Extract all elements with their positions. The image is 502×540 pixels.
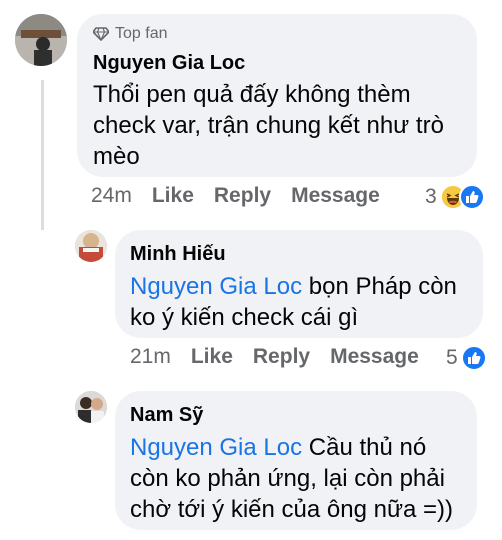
avatar[interactable] xyxy=(75,391,107,423)
comment-timestamp[interactable]: 21m xyxy=(130,345,171,369)
reaction-count: 3 xyxy=(425,185,437,208)
author-name[interactable]: Nguyen Gia Loc xyxy=(93,49,461,77)
message-button[interactable]: Message xyxy=(291,184,380,208)
top-fan-badge[interactable]: Top fan xyxy=(93,25,461,43)
reply-button[interactable]: Reply xyxy=(214,184,271,208)
avatar-photo-icon xyxy=(15,14,67,66)
comment-actions: 24m Like Reply Message xyxy=(91,184,400,208)
like-button[interactable]: Like xyxy=(191,345,233,369)
reply-bubble: Minh Hiếu Nguyen Gia Loc bọn Pháp còn ko… xyxy=(115,230,483,338)
like-reaction-icon xyxy=(460,345,487,371)
author-name[interactable]: Nam Sỹ xyxy=(130,401,462,429)
badge-label: Top fan xyxy=(115,25,168,42)
reply-bubble: Nam Sỹ Nguyen Gia Loc Cầu thủ nó còn ko … xyxy=(115,391,477,530)
reply-text: Nguyen Gia Loc bọn Pháp còn ko ý kiến ch… xyxy=(130,271,468,333)
avatar-photo-icon xyxy=(75,391,107,423)
mention-link[interactable]: Nguyen Gia Loc xyxy=(130,273,302,300)
reply-text: Nguyen Gia Loc Cầu thủ nó còn ko phản ứn… xyxy=(130,432,462,525)
author-name[interactable]: Minh Hiếu xyxy=(130,240,468,268)
comment-bubble: Top fan Nguyen Gia Loc Thổi pen quả đấy … xyxy=(77,14,477,177)
avatar[interactable] xyxy=(15,14,67,66)
diamond-icon xyxy=(93,27,109,41)
message-button[interactable]: Message xyxy=(330,345,419,369)
like-reaction-icon xyxy=(458,184,485,210)
reaction-summary[interactable]: 5 xyxy=(446,345,487,371)
reaction-count: 5 xyxy=(446,346,458,369)
mention-link[interactable]: Nguyen Gia Loc xyxy=(130,434,302,461)
reply-actions: 21m Like Reply Message xyxy=(130,345,439,369)
reply-button[interactable]: Reply xyxy=(253,345,310,369)
comment-text: Thổi pen quả đấy không thèm check var, t… xyxy=(93,81,444,170)
reaction-summary[interactable]: 3 xyxy=(425,184,485,210)
comment-timestamp[interactable]: 24m xyxy=(91,184,132,208)
avatar-photo-icon xyxy=(75,230,107,262)
avatar[interactable] xyxy=(75,230,107,262)
like-button[interactable]: Like xyxy=(152,184,194,208)
thread-line xyxy=(41,80,44,230)
